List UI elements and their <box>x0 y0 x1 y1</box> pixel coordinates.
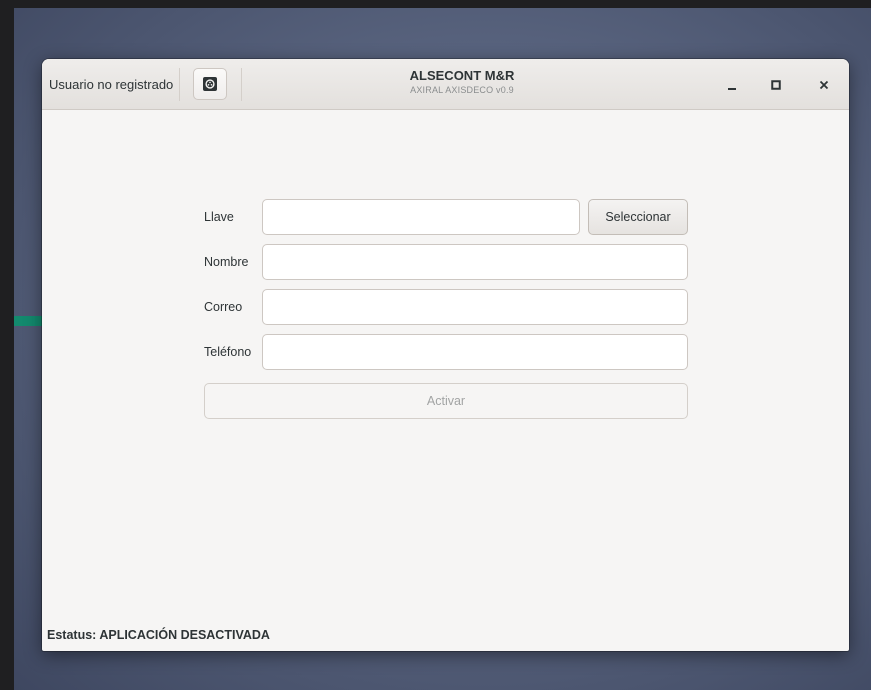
header-separator <box>241 68 242 101</box>
correo-row: Correo <box>204 289 688 325</box>
maximize-button[interactable] <box>764 73 788 97</box>
llave-input[interactable] <box>262 199 580 235</box>
status-label: Estatus: APLICACIÓN DESACTIVADA <box>47 628 270 642</box>
nombre-input[interactable] <box>262 244 688 280</box>
correo-label: Correo <box>204 300 243 314</box>
llave-label: Llave <box>204 210 234 224</box>
nombre-row: Nombre <box>204 244 688 280</box>
nombre-label: Nombre <box>204 255 249 269</box>
header-bar: Usuario no registrado ALSECONT M&R AXIRA… <box>42 59 849 110</box>
select-button[interactable]: Seleccionar <box>588 199 688 235</box>
window-titles: ALSECONT M&R AXIRAL AXISDECO v0.9 <box>332 68 592 95</box>
media-reel-icon <box>203 77 217 91</box>
app-window: Usuario no registrado ALSECONT M&R AXIRA… <box>42 59 849 651</box>
activate-button[interactable]: Activar <box>204 383 688 419</box>
close-button[interactable] <box>812 73 836 97</box>
header-separator <box>179 68 180 101</box>
media-reel-button[interactable] <box>193 68 227 100</box>
user-status-label: Usuario no registrado <box>49 77 174 92</box>
minimize-button[interactable] <box>720 73 744 97</box>
telefono-input[interactable] <box>262 334 688 370</box>
activation-form: Llave Seleccionar Nombre Correo Teléfono <box>204 199 688 379</box>
close-icon <box>819 80 829 90</box>
telefono-label: Teléfono <box>204 345 252 359</box>
maximize-icon <box>771 80 781 90</box>
window-title: ALSECONT M&R <box>409 68 515 83</box>
minimize-icon <box>728 88 736 90</box>
llave-row: Llave Seleccionar <box>204 199 688 235</box>
correo-input[interactable] <box>262 289 688 325</box>
telefono-row: Teléfono <box>204 334 688 370</box>
window-subtitle: AXIRAL AXISDECO v0.9 <box>410 85 514 95</box>
